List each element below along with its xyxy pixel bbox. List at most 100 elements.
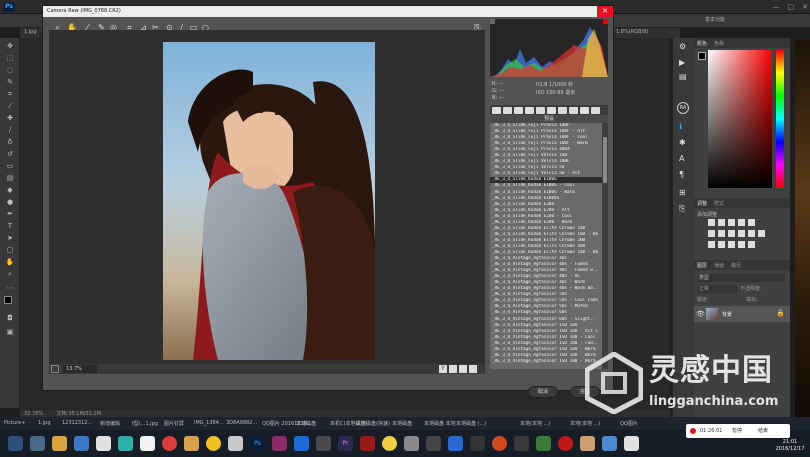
preset-item[interactable]: _RE_3_O_Vintage_Agfacolor ISO 100 - Fad.… xyxy=(490,341,602,347)
tone-curve-tab-icon[interactable] xyxy=(503,106,512,114)
brush-panel-icon[interactable]: ✱ xyxy=(679,138,686,147)
app-icon-5[interactable] xyxy=(162,436,177,451)
bw-adjust-icon[interactable] xyxy=(728,230,735,237)
preset-scrollbar[interactable] xyxy=(602,123,608,369)
tab-channels[interactable]: 通道 xyxy=(714,262,724,269)
app-icon-6[interactable] xyxy=(184,436,199,451)
taskbar-label[interactable]: 12312312... xyxy=(62,420,92,426)
split-tone-tab-icon[interactable] xyxy=(536,106,545,114)
exposure-adjust-icon[interactable] xyxy=(738,219,745,226)
pen-tool-icon[interactable]: ✒ xyxy=(5,210,15,218)
preset-list[interactable]: _RE_3_O_Slide_Fuji Provia 100F _RE_3_O_Sl… xyxy=(490,123,602,369)
taskbar-label[interactable]: IMG_1364... xyxy=(194,420,224,426)
app-icon-21[interactable] xyxy=(558,436,573,451)
brightness-adjust-icon[interactable] xyxy=(708,219,715,226)
app-icon-9[interactable] xyxy=(272,436,287,451)
layer-row-background[interactable]: 👁 背景 🔒 xyxy=(694,306,790,322)
history-panel-icon[interactable]: ⚙ xyxy=(679,42,686,51)
zoom-out-icon[interactable] xyxy=(51,365,59,373)
preset-item[interactable]: _RE_3_O_Vintage_Agfacolor ISO 100 - Alt … xyxy=(490,329,602,335)
taskbar-label[interactable]: 本地磁盘 (...) xyxy=(456,420,486,427)
app-icon-17[interactable] xyxy=(470,436,485,451)
presets-tab-icon[interactable] xyxy=(580,106,589,114)
minimize-icon[interactable]: — xyxy=(773,0,780,14)
snapshots-tab-icon[interactable] xyxy=(591,106,600,114)
app-icon-7[interactable] xyxy=(206,436,221,451)
preset-scroll-thumb[interactable] xyxy=(603,137,607,183)
app-icon-18[interactable] xyxy=(492,436,507,451)
lookup-adjust-icon[interactable] xyxy=(758,230,765,237)
selective-color-adjust-icon[interactable] xyxy=(748,241,755,248)
app-icon-16[interactable] xyxy=(448,436,463,451)
swap-icon[interactable] xyxy=(449,365,457,373)
app-icon-20[interactable] xyxy=(536,436,551,451)
camera-cal-tab-icon[interactable] xyxy=(569,106,578,114)
taskbar-label[interactable]: 本地磁盘 xyxy=(296,420,316,427)
tab-adjust[interactable]: 调整 xyxy=(697,200,707,207)
app-icon-15[interactable] xyxy=(426,436,441,451)
threshold-adjust-icon[interactable] xyxy=(728,241,735,248)
maximize-icon[interactable]: □ xyxy=(788,0,795,14)
app-icon-12[interactable] xyxy=(360,436,375,451)
character-panel-icon[interactable]: A xyxy=(679,154,684,163)
image-preview[interactable] xyxy=(49,30,485,364)
brush-tool-icon[interactable]: ∕ xyxy=(5,126,15,134)
color-field[interactable] xyxy=(708,50,772,188)
fg-color-chip[interactable] xyxy=(698,52,706,60)
marquee-tool-icon[interactable]: ⬚ xyxy=(5,54,15,62)
taskbar-label[interactable]: 1.jpg xyxy=(38,420,51,426)
preset-item[interactable]: _RE_3_O_Slide_Kodak Elite Chrome 100 - W… xyxy=(490,232,602,238)
before-after-y-icon[interactable]: Y xyxy=(439,365,447,373)
app-icon-4[interactable] xyxy=(140,436,155,451)
navigator-panel-icon[interactable]: ⊞ xyxy=(679,188,686,197)
app-icon-10[interactable] xyxy=(294,436,309,451)
taskbar-label[interactable]: 图片钉屏 xyxy=(164,420,184,427)
quick-select-tool-icon[interactable]: ✎ xyxy=(5,78,15,86)
actions-panel-icon[interactable]: ▶ xyxy=(679,58,685,67)
ra-panel-icon[interactable]: RA xyxy=(677,102,689,114)
shape-tool-icon[interactable]: ▢ xyxy=(5,246,15,254)
basic-tab-icon[interactable] xyxy=(492,106,501,114)
app-icon-19[interactable] xyxy=(514,436,529,451)
app-icon-22[interactable] xyxy=(580,436,595,451)
tab-swatches[interactable]: 色板 xyxy=(714,40,724,47)
app-icon-1[interactable] xyxy=(74,436,89,451)
layer-kind-filter[interactable]: 类型 xyxy=(697,274,785,282)
taskbar-label[interactable]: 本地(本地 ...) xyxy=(570,420,600,427)
taskbar-label[interactable]: f型(...1.jpg xyxy=(132,420,158,427)
copy-settings-icon[interactable] xyxy=(459,365,467,373)
toggle-settings-icon[interactable] xyxy=(469,365,477,373)
app-icon-2[interactable] xyxy=(96,436,111,451)
zoom-select[interactable]: 13.7% xyxy=(63,365,97,373)
hand-tool-icon[interactable]: ✋ xyxy=(5,258,15,266)
path-select-tool-icon[interactable]: ➤ xyxy=(5,234,15,242)
gradient-tool-icon[interactable]: ▤ xyxy=(5,174,15,182)
vibrance-adjust-icon[interactable] xyxy=(748,219,755,226)
info-panel-icon[interactable]: ℹ xyxy=(679,122,682,131)
stamp-tool-icon[interactable]: ♁ xyxy=(5,138,15,146)
premiere-taskbar-icon[interactable]: Pr xyxy=(338,436,353,451)
file-explorer-icon[interactable] xyxy=(52,436,67,451)
clone-source-icon[interactable]: ⎘ xyxy=(679,204,685,214)
eraser-tool-icon[interactable]: ▭ xyxy=(5,162,15,170)
crop-tool-icon[interactable]: ⌗ xyxy=(5,90,15,98)
taskbar-label[interactable]: QQ图片 xyxy=(620,420,638,427)
app-icon-8[interactable] xyxy=(228,436,243,451)
taskbar-label[interactable]: Picture+ xyxy=(4,420,25,426)
layer-name[interactable]: 背景 xyxy=(722,311,732,318)
paragraph-panel-icon[interactable]: ¶ xyxy=(679,170,684,179)
app-icon-14[interactable] xyxy=(404,436,419,451)
tab-layers[interactable]: 图层 xyxy=(697,262,707,269)
record-stop-button[interactable]: 结束 xyxy=(758,424,768,438)
healing-tool-icon[interactable]: ✚ xyxy=(5,114,15,122)
taskbar-label[interactable]: 本地磁盘 xyxy=(392,420,412,427)
lasso-tool-icon[interactable]: ◌ xyxy=(5,66,15,74)
taskbar-label[interactable]: 3D8A9882... xyxy=(226,420,257,426)
levels-adjust-icon[interactable] xyxy=(718,219,725,226)
foreground-color-swatch[interactable] xyxy=(4,296,12,304)
eyedropper-tool-icon[interactable]: ⁄ xyxy=(5,102,15,110)
invert-adjust-icon[interactable] xyxy=(708,241,715,248)
preset-item[interactable]: _RE_3_O_Vintage_Agfacolor 60s - Slight.. xyxy=(490,317,602,323)
history-brush-icon[interactable]: ↺ xyxy=(5,150,15,158)
tab-paths[interactable]: 路径 xyxy=(731,262,741,269)
